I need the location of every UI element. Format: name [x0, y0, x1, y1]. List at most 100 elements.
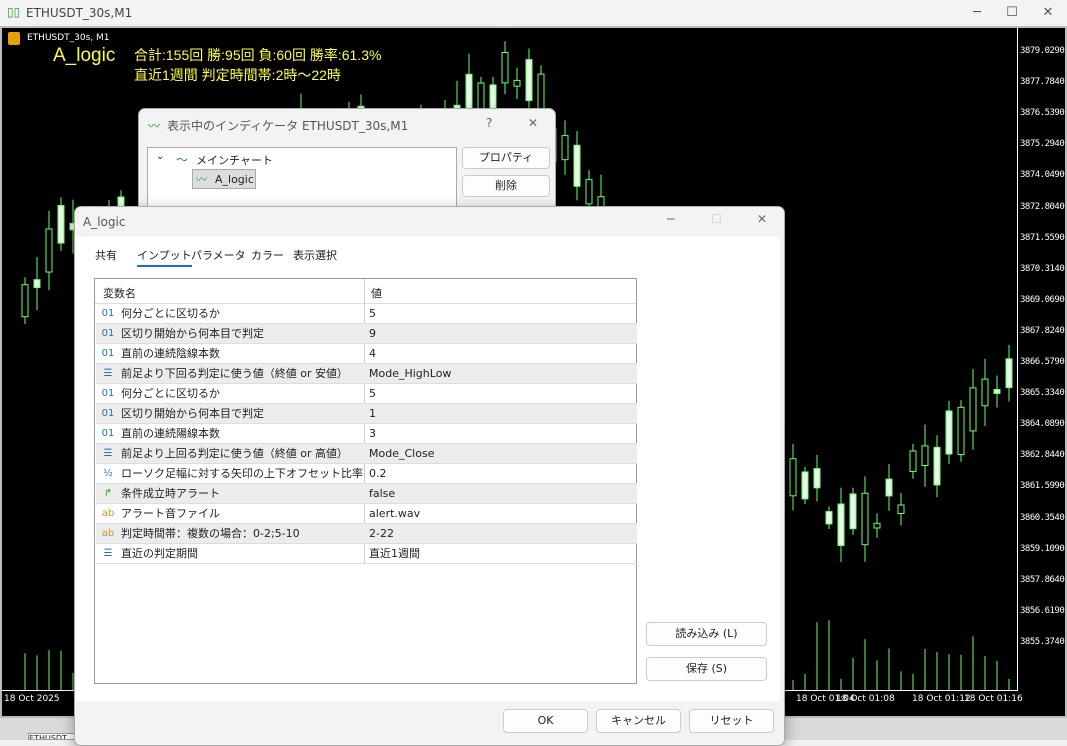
table-row[interactable]: ↱ 条件成立時アラート false	[96, 484, 637, 504]
symbol-label: ETHUSDT_30s, M1	[27, 33, 110, 43]
candle-body	[573, 144, 581, 187]
candle-body	[885, 478, 893, 497]
row-value[interactable]: 直近1週間	[369, 544, 420, 563]
candle-body	[501, 51, 509, 84]
row-name: ローソク足幅に対する矢印の上下オフセット比率	[121, 467, 363, 480]
close-button[interactable]: ✕	[757, 212, 767, 226]
table-row[interactable]: ☰ 前足より上回る判定に使う値（終値 or 高値） Mode_Close	[96, 444, 637, 464]
load-button[interactable]: 読み込み (L)	[646, 622, 767, 646]
candle-body	[933, 446, 941, 486]
close-button[interactable]: ✕	[528, 116, 538, 130]
table-row[interactable]: ☰ 直近の判定期間 直近1週間	[96, 544, 637, 564]
row-value[interactable]: Mode_Close	[369, 444, 434, 463]
enum-type-icon: ☰	[103, 368, 113, 379]
close-button[interactable]: ✕	[1033, 4, 1063, 22]
candle-body	[957, 406, 965, 456]
indicator-name: A_logic	[53, 45, 116, 66]
tab-inputs[interactable]: インプット	[137, 247, 192, 267]
candle-body	[789, 458, 797, 497]
row-value[interactable]: 0.2	[369, 464, 387, 483]
table-row[interactable]: ☰ 前足より下回る判定に使う値（終値 or 安値） Mode_HighLow	[96, 364, 637, 384]
price-label: 3875.2940	[1020, 139, 1065, 150]
candle-body	[825, 511, 833, 525]
tree-root[interactable]: メインチャート	[196, 152, 273, 168]
cancel-button[interactable]: キャンセル	[596, 709, 681, 733]
int-type-icon: 01	[101, 348, 115, 359]
indicator-icon: 〰	[196, 173, 207, 186]
reset-button[interactable]: リセット	[689, 709, 774, 733]
candle-body	[1005, 358, 1013, 389]
maximize-button[interactable]: ☐	[997, 4, 1027, 22]
price-label: 3871.5590	[1020, 232, 1065, 243]
int-type-icon: 01	[101, 328, 115, 339]
dialog-body: 共有 インプット パラメータ カラー 表示選択 変数名 値 01 何分ごとに区切る…	[75, 237, 780, 701]
row-name: 判定時間帯：複数の場合：0-2;5-10	[121, 527, 300, 540]
help-button[interactable]: ?	[486, 116, 492, 130]
time-label: 18 Oct 01:12	[912, 694, 971, 704]
column-header-name[interactable]: 変数名	[103, 285, 136, 301]
dialog-title: A_logic	[83, 215, 126, 229]
tab-parameters[interactable]: パラメータ	[191, 247, 246, 263]
window-titlebar: ▯▯ ETHUSDT_30s,M1 ─ ☐ ✕	[0, 0, 1067, 26]
table-row[interactable]: 01 何分ごとに区切るか 5	[96, 384, 637, 404]
row-value[interactable]: 9	[369, 324, 376, 343]
table-row[interactable]: 01 何分ごとに区切るか 5	[96, 304, 637, 324]
row-value[interactable]: 1	[369, 404, 376, 423]
period-line: 直近1週間 判定時間帯:2時～22時	[134, 67, 341, 83]
row-value[interactable]: 5	[369, 384, 376, 403]
row-value[interactable]: false	[369, 484, 395, 503]
price-label: 3859.1090	[1020, 543, 1065, 554]
delete-button[interactable]: 削除	[462, 175, 550, 197]
row-value[interactable]: 2-22	[369, 524, 394, 543]
stats-line: 合計:155回 勝:95回 負:60回 勝率:61.3%	[134, 47, 382, 63]
price-label: 3870.3140	[1020, 263, 1065, 274]
candle-body	[849, 493, 857, 530]
candle-body	[861, 492, 869, 546]
table-row[interactable]: 01 直前の連続陽線本数 3	[96, 424, 637, 444]
row-name: 区切り開始から何本目で判定	[121, 327, 264, 340]
candle-body	[33, 279, 41, 289]
column-header-value[interactable]: 値	[371, 285, 382, 301]
enum-type-icon: ☰	[103, 448, 113, 459]
table-row[interactable]: ab 判定時間帯：複数の場合：0-2;5-10 2-22	[96, 524, 637, 544]
table-row[interactable]: 01 区切り開始から何本目で判定 1	[96, 404, 637, 424]
row-name: 直前の連続陰線本数	[121, 347, 220, 360]
price-axis-line	[1017, 28, 1018, 690]
save-button[interactable]: 保存 (S)	[646, 657, 767, 681]
ok-button[interactable]: OK	[503, 709, 588, 733]
price-label: 3861.5990	[1020, 481, 1065, 492]
chevron-down-icon[interactable]: ⌄	[156, 151, 164, 162]
row-name: 直前の連続陽線本数	[121, 427, 220, 440]
row-value[interactable]: Mode_HighLow	[369, 364, 451, 383]
tab-colors[interactable]: カラー	[251, 247, 284, 263]
minimize-button[interactable]: ─	[667, 212, 674, 226]
candle-body	[909, 450, 917, 472]
candle-body	[897, 504, 905, 514]
candle-body	[561, 135, 569, 161]
row-value[interactable]: 5	[369, 304, 376, 323]
price-label: 3874.0490	[1020, 170, 1065, 181]
tree-child-item[interactable]: 〰 A_logic	[192, 169, 256, 189]
price-label: 3865.3340	[1020, 388, 1065, 399]
table-row[interactable]: 01 直前の連続陰線本数 4	[96, 344, 637, 364]
maximize-button[interactable]: ☐	[711, 212, 722, 226]
int-type-icon: 01	[101, 388, 115, 399]
properties-button[interactable]: プロパティ	[462, 147, 550, 169]
minimize-button[interactable]: ─	[962, 4, 992, 22]
table-row[interactable]: ½ ローソク足幅に対する矢印の上下オフセット比率 0.2	[96, 464, 637, 484]
int-type-icon: 01	[101, 408, 115, 419]
table-row[interactable]: 01 区切り開始から何本目で判定 9	[96, 324, 637, 344]
row-name: 条件成立時アラート	[121, 487, 220, 500]
row-value[interactable]: alert.wav	[369, 504, 420, 523]
tab-visualization[interactable]: 表示選択	[293, 247, 337, 263]
row-value[interactable]: 3	[369, 424, 376, 443]
row-value[interactable]: 4	[369, 344, 376, 363]
candle-body	[585, 179, 593, 205]
row-name: 直近の判定期間	[121, 547, 198, 560]
candle-body	[969, 387, 977, 432]
table-row[interactable]: ab アラート音ファイル alert.wav	[96, 504, 637, 524]
tab-common[interactable]: 共有	[95, 247, 117, 263]
price-label: 3876.5390	[1020, 108, 1065, 119]
row-name: 何分ごとに区切るか	[121, 387, 220, 400]
double-type-icon: ½	[103, 468, 113, 479]
